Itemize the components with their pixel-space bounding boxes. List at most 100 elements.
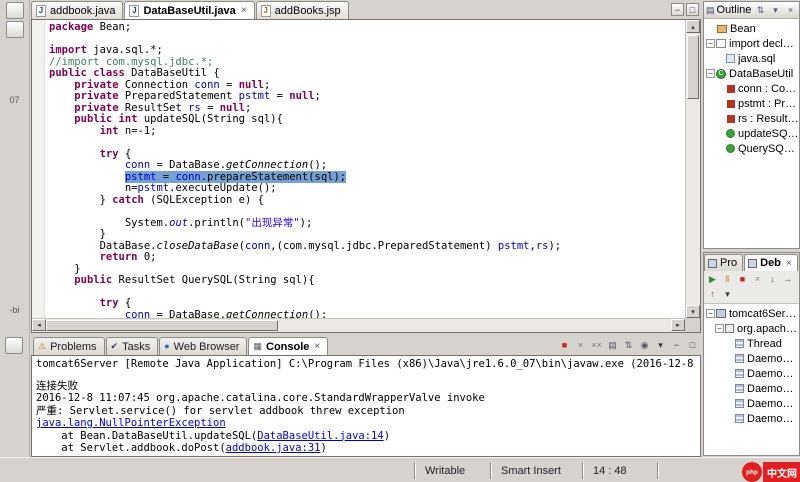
maximize-editor-icon[interactable]: □ bbox=[686, 3, 699, 16]
scroll-down-icon[interactable]: ▾ bbox=[686, 305, 700, 318]
tab-console[interactable]: Console× bbox=[248, 337, 328, 355]
stack-trace-link[interactable]: java.lang.NullPointerException bbox=[36, 417, 226, 429]
tree-item-label: QuerySQL(String) : ResultSet bbox=[738, 143, 799, 155]
view-menu-icon[interactable]: ▾ bbox=[769, 4, 782, 17]
maximize-panel-icon[interactable]: □ bbox=[686, 339, 699, 352]
tree-item[interactable]: Thread bbox=[704, 336, 799, 351]
editor-tab[interactable]: addbook.java bbox=[31, 1, 123, 19]
field-icon bbox=[727, 100, 735, 108]
tree-item-label: java.sql bbox=[738, 53, 799, 65]
scroll-lock-icon[interactable]: ⇅ bbox=[622, 339, 635, 352]
step-over-icon[interactable]: → bbox=[781, 273, 794, 286]
tree-item[interactable]: pstmt : PreparedStatement bbox=[704, 96, 799, 111]
minimize-editor-icon[interactable]: − bbox=[671, 3, 684, 16]
code-line: int n=-1; bbox=[49, 126, 685, 138]
collapse-icon[interactable]: − bbox=[715, 324, 724, 333]
tree-item[interactable]: − tomcat6Server [Remote Java Application] bbox=[704, 306, 799, 321]
fast-view-icon-2[interactable] bbox=[6, 21, 24, 38]
disconnect-icon[interactable]: × bbox=[751, 273, 764, 286]
horizontal-scroll-thumb[interactable] bbox=[46, 320, 278, 331]
editor-horizontal-scrollbar[interactable]: ◂ ▸ bbox=[32, 318, 685, 332]
close-tab-icon[interactable]: × bbox=[786, 258, 792, 269]
tree-item[interactable]: Daemon Thread bbox=[704, 366, 799, 381]
terminate-icon[interactable]: ■ bbox=[736, 273, 749, 286]
tree-item[interactable]: −import declarations bbox=[704, 36, 799, 51]
tree-item-label: Daemon Thread bbox=[747, 398, 799, 410]
tree-item[interactable]: Bean bbox=[704, 21, 799, 36]
tree-item[interactable]: rs : ResultSet bbox=[704, 111, 799, 126]
resume-icon[interactable]: ▶ bbox=[706, 273, 719, 286]
sort-icon[interactable]: ⇅ bbox=[754, 4, 767, 17]
annotation-ruler[interactable] bbox=[32, 20, 45, 318]
editor-tab-bar: addbook.javaDataBaseUtil.java×addBooks.j… bbox=[31, 0, 701, 19]
method-icon bbox=[726, 144, 735, 153]
scroll-left-icon[interactable]: ◂ bbox=[32, 319, 46, 331]
java-editor: package Bean; import java.sql.*;//import… bbox=[31, 19, 701, 333]
close-tab-icon[interactable]: × bbox=[314, 341, 320, 352]
thread-icon bbox=[735, 354, 744, 363]
stack-trace-link[interactable]: addbook.java:31 bbox=[226, 442, 321, 454]
code-editor[interactable]: package Bean; import java.sql.*;//import… bbox=[46, 20, 685, 318]
editor-window-controls: −□ bbox=[671, 3, 699, 16]
remove-all-launches-icon[interactable]: ×× bbox=[590, 339, 603, 352]
view-tab-pro[interactable]: Pro bbox=[704, 254, 743, 271]
remove-launch-icon[interactable]: × bbox=[574, 339, 587, 352]
tab-web-browser[interactable]: Web Browser bbox=[159, 337, 247, 355]
code-line: package Bean; bbox=[49, 22, 685, 34]
stack-trace-link[interactable]: DataBaseUtil.java:14 bbox=[257, 430, 383, 442]
import-icon bbox=[716, 39, 726, 48]
view-tab-label: Web Browser bbox=[174, 341, 240, 353]
status-bar: WritableSmart Insert14 : 48 bbox=[0, 457, 800, 482]
step-return-icon[interactable]: ↑ bbox=[706, 288, 719, 301]
editor-tab[interactable]: addBooks.jsp bbox=[256, 1, 349, 19]
thread-icon bbox=[735, 384, 744, 393]
terminate-icon[interactable]: ■ bbox=[558, 339, 571, 352]
scroll-up-icon[interactable]: ▴ bbox=[686, 20, 700, 33]
code-line: conn = DataBase.getConnection(); bbox=[49, 160, 685, 172]
expander-spacer bbox=[715, 129, 725, 138]
scroll-right-icon[interactable]: ▸ bbox=[671, 319, 685, 331]
tree-item[interactable]: updateSQL(String) : int bbox=[704, 126, 799, 141]
collapse-icon[interactable]: − bbox=[706, 39, 715, 48]
collapse-icon[interactable]: − bbox=[706, 69, 715, 78]
tree-item[interactable]: Daemon Thread bbox=[704, 411, 799, 426]
pin-console-icon[interactable]: ◉ bbox=[638, 339, 651, 352]
minimize-panel-icon[interactable]: − bbox=[670, 339, 683, 352]
tree-item[interactable]: Daemon Thread bbox=[704, 381, 799, 396]
step-into-icon[interactable]: ↓ bbox=[766, 273, 779, 286]
tree-item[interactable]: java.sql bbox=[704, 51, 799, 66]
code-line: conn = DataBase.getConnection(); bbox=[49, 310, 685, 319]
tree-item[interactable]: Daemon Thread bbox=[704, 351, 799, 366]
tree-item-label: tomcat6Server [Remote Java Application] bbox=[729, 308, 799, 320]
collapse-icon[interactable]: − bbox=[706, 309, 715, 318]
status-writable: Writable bbox=[414, 462, 490, 479]
view-tab-deb[interactable]: Deb× bbox=[744, 254, 798, 271]
editor-tab[interactable]: DataBaseUtil.java× bbox=[124, 1, 254, 19]
tree-item-label: updateSQL(String) : int bbox=[738, 128, 799, 140]
tree-item[interactable]: Daemon Thread bbox=[704, 396, 799, 411]
vertical-scroll-thumb[interactable] bbox=[687, 35, 699, 99]
process-icon bbox=[725, 324, 734, 333]
close-tab-icon[interactable]: × bbox=[241, 5, 247, 16]
editor-vertical-scrollbar[interactable]: ▴ ▾ bbox=[685, 20, 700, 318]
tree-item[interactable]: −DataBaseUtil bbox=[704, 66, 799, 81]
tree-item-label: pstmt : PreparedStatement bbox=[738, 98, 799, 110]
tree-item-label: Daemon Thread bbox=[747, 368, 799, 380]
status-smart-insert: Smart Insert bbox=[490, 462, 582, 479]
tab-tasks[interactable]: Tasks bbox=[106, 337, 159, 355]
tree-item[interactable]: −org.apache.catalina bbox=[704, 321, 799, 336]
tab-problems[interactable]: Problems bbox=[33, 337, 105, 355]
view-menu-icon[interactable]: ▾ bbox=[721, 288, 734, 301]
import-item-icon bbox=[726, 54, 735, 63]
suspend-icon[interactable]: ‖ bbox=[721, 273, 734, 286]
console-output[interactable]: tomcat6Server [Remote Java Application] … bbox=[31, 355, 701, 457]
fast-view-icon-1[interactable] bbox=[6, 2, 24, 19]
close-view-icon[interactable]: × bbox=[784, 4, 797, 17]
clear-console-icon[interactable]: ▤ bbox=[606, 339, 619, 352]
outline-title: Outline bbox=[717, 4, 752, 16]
fast-view-console-icon[interactable] bbox=[5, 337, 23, 354]
tree-item[interactable]: QuerySQL(String) : ResultSet bbox=[704, 141, 799, 156]
tree-item[interactable]: conn : Connection bbox=[704, 81, 799, 96]
left-toolbar-strip: 07 -bi bbox=[0, 0, 30, 457]
open-console-icon[interactable]: ▾ bbox=[654, 339, 667, 352]
